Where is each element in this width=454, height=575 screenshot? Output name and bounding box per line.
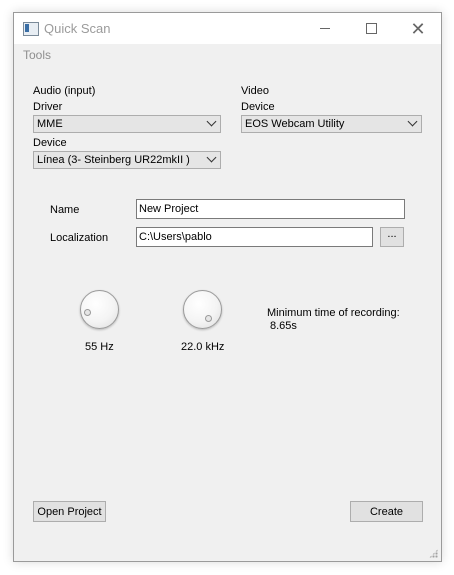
frequency-low-dial[interactable] xyxy=(80,290,119,329)
menu-tools[interactable]: Tools xyxy=(23,48,51,62)
name-label: Name xyxy=(50,204,80,216)
window-title: Quick Scan xyxy=(44,21,111,36)
chevron-down-icon xyxy=(407,116,418,127)
title-bar[interactable]: Quick Scan ✕ xyxy=(14,13,441,44)
audio-driver-value: MME xyxy=(37,118,63,130)
audio-device-value: Línea (3- Steinberg UR22mkII ) xyxy=(37,154,190,166)
app-window-icon xyxy=(23,22,39,36)
localization-label: Localization xyxy=(50,232,109,244)
video-device-select[interactable]: EOS Webcam Utility xyxy=(241,115,422,133)
maximize-icon xyxy=(365,23,377,34)
maximize-button[interactable] xyxy=(348,13,394,44)
frequency-low-value: 55 Hz xyxy=(85,341,114,353)
project-name-input[interactable]: New Project xyxy=(136,199,405,219)
create-button[interactable]: Create xyxy=(350,501,423,522)
close-button[interactable]: ✕ xyxy=(395,13,441,44)
browse-button[interactable]: ... xyxy=(380,227,404,247)
video-section-label: Video xyxy=(241,85,269,97)
audio-driver-label: Driver xyxy=(33,101,63,113)
dial-indicator xyxy=(84,309,91,316)
video-device-label: Device xyxy=(241,101,275,113)
close-icon: ✕ xyxy=(410,18,426,39)
open-project-button[interactable]: Open Project xyxy=(33,501,106,522)
minimize-icon xyxy=(320,28,330,29)
localization-input[interactable]: C:\Users\pablo xyxy=(136,227,373,247)
audio-device-label: Device xyxy=(33,137,67,149)
video-device-value: EOS Webcam Utility xyxy=(245,118,345,130)
browse-button-label: ... xyxy=(387,228,397,240)
min-recording-time-label: Minimum time of recording: xyxy=(267,307,400,319)
menu-bar: Tools xyxy=(14,44,441,64)
audio-section-label: Audio (input) xyxy=(33,85,96,97)
localization-value: C:\Users\pablo xyxy=(139,231,212,243)
quick-scan-window: Quick Scan ✕ Tools Audio (input) Driver … xyxy=(13,12,442,562)
frequency-high-value: 22.0 kHz xyxy=(181,341,225,353)
open-project-label: Open Project xyxy=(37,505,102,518)
resize-grip-icon[interactable] xyxy=(429,549,438,558)
chevron-down-icon xyxy=(206,116,217,127)
minimize-button[interactable] xyxy=(302,13,348,44)
main-panel: Audio (input) Driver MME Device Línea (3… xyxy=(14,64,441,561)
chevron-down-icon xyxy=(206,152,217,163)
project-name-value: New Project xyxy=(139,203,199,215)
create-label: Create xyxy=(369,505,404,518)
frequency-high-dial[interactable] xyxy=(183,290,222,329)
audio-driver-select[interactable]: MME xyxy=(33,115,221,133)
dial-indicator xyxy=(205,315,212,322)
audio-device-select[interactable]: Línea (3- Steinberg UR22mkII ) xyxy=(33,151,221,169)
min-recording-time-value: 8.65s xyxy=(270,320,297,332)
